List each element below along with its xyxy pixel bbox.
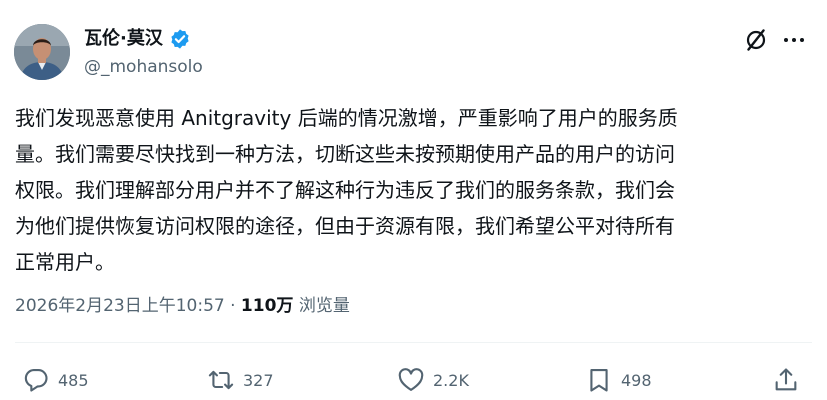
more-icon[interactable] [781, 28, 807, 52]
reply-icon [24, 369, 48, 392]
post-text-line: 正常用户。 [15, 250, 115, 274]
post-text-line: 我们发现恶意使用 Anitgravity 后端的情况激增，严重影响了用户的服务质 [15, 106, 678, 130]
action-bar: 485 327 2.2K 498 [0, 362, 827, 398]
grok-icon[interactable] [743, 27, 769, 53]
bookmark-button[interactable]: 498 [585, 362, 652, 398]
views-label: 浏览量 [298, 296, 350, 316]
reply-count: 485 [58, 370, 89, 390]
meta-separator: · [230, 296, 236, 316]
repost-count: 327 [243, 370, 274, 390]
repost-icon [208, 370, 234, 390]
author-handle[interactable]: @_mohansolo [84, 56, 203, 78]
post-text-line: 为他们提供恢复访问权限的途径，但由于资源有限，我们希望公平对待所有 [15, 214, 675, 238]
like-button[interactable]: 2.2K [397, 362, 469, 398]
post-meta: 2026年2月23日上午10:57 · 110万 浏览量 [15, 294, 350, 318]
like-icon [398, 368, 424, 391]
post-text-line: 量。我们需要尽快找到一种方法，切断这些未按预期使用产品的用户的访问 [15, 142, 675, 166]
share-button[interactable] [772, 362, 800, 398]
post-timestamp[interactable]: 2026年2月23日上午10:57 [15, 296, 225, 316]
bookmark-icon [590, 369, 608, 392]
views-count: 110万 [240, 296, 294, 316]
verified-badge-icon [169, 28, 191, 50]
reply-button[interactable]: 485 [22, 362, 89, 398]
bookmark-count: 498 [621, 370, 652, 390]
like-count: 2.2K [433, 370, 469, 390]
post-text: 我们发现恶意使用 Anitgravity 后端的情况激增，严重影响了用户的服务质… [15, 100, 815, 280]
author-display-name[interactable]: 瓦伦·莫汉 [84, 26, 163, 52]
divider [15, 342, 812, 343]
tweet-card: 瓦伦·莫汉 @_mohansolo 我们发现恶意使用 Anitgravity 后… [0, 0, 827, 400]
author-name-row[interactable]: 瓦伦·莫汉 [84, 26, 191, 52]
share-icon [775, 368, 797, 391]
repost-button[interactable]: 327 [207, 362, 274, 398]
post-text-line: 权限。我们理解部分用户并不了解这种行为违反了我们的服务条款，我们会 [15, 178, 675, 202]
avatar[interactable] [14, 24, 70, 80]
